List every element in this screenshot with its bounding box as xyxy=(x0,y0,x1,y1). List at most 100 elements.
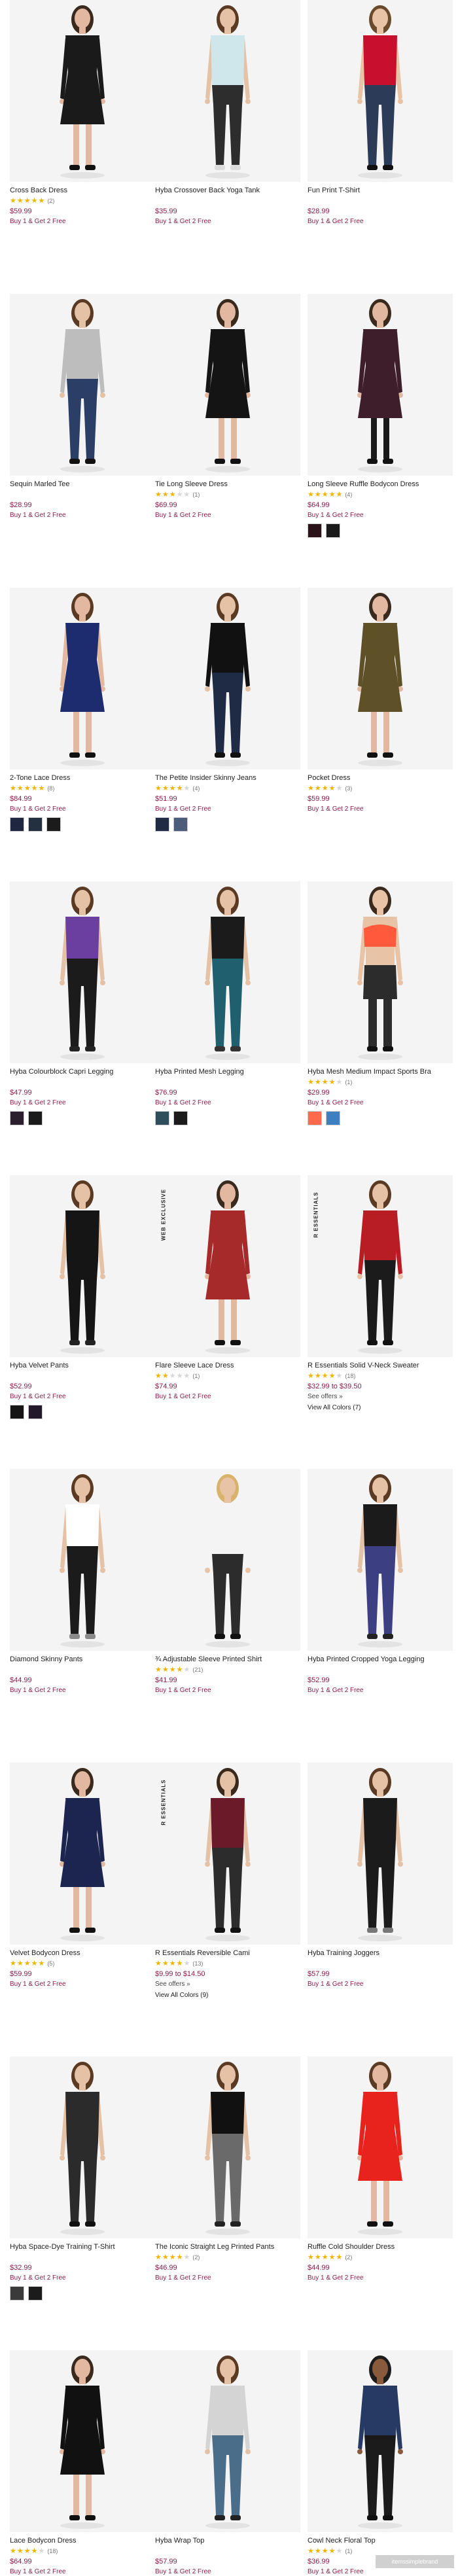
product-name[interactable]: R Essentials Reversible Cami xyxy=(155,1949,300,1958)
product-image[interactable] xyxy=(10,294,155,476)
product-name[interactable]: Long Sleeve Ruffle Bodycon Dress xyxy=(308,480,453,489)
product-image[interactable] xyxy=(10,2056,155,2238)
product-image[interactable] xyxy=(308,2056,453,2238)
color-swatch[interactable] xyxy=(10,1405,24,1419)
product-name[interactable]: Hyba Space-Dye Training T-Shirt xyxy=(10,2242,155,2251)
product-image[interactable] xyxy=(308,2350,453,2532)
product-name[interactable]: Cowl Neck Floral Top xyxy=(308,2536,453,2545)
color-swatch[interactable] xyxy=(10,817,24,832)
product-name[interactable]: Hyba Crossover Back Yoga Tank xyxy=(155,186,300,195)
product-name[interactable]: The Petite Insider Skinny Jeans xyxy=(155,773,300,783)
color-swatch[interactable] xyxy=(46,817,61,832)
review-count[interactable]: (5) xyxy=(47,1960,54,1967)
product-name[interactable]: R Essentials Solid V-Neck Sweater xyxy=(308,1361,453,1370)
product-name[interactable]: Hyba Colourblock Capri Legging xyxy=(10,1067,155,1076)
color-swatch[interactable] xyxy=(155,817,169,832)
promo-label: Buy 1 & Get 2 Free xyxy=(155,1687,211,1694)
product-image[interactable] xyxy=(155,2350,300,2532)
view-all-colors-link[interactable]: View All Colors (7) xyxy=(308,1403,453,1412)
review-count[interactable]: (2) xyxy=(345,2254,352,2261)
product-image[interactable] xyxy=(10,1175,155,1357)
review-count[interactable]: (4) xyxy=(345,491,352,498)
product-badge: R ESSENTIALS xyxy=(160,1779,167,1826)
product-image[interactable] xyxy=(155,1469,300,1651)
product-name[interactable]: ¾ Adjustable Sleeve Printed Shirt xyxy=(155,1655,300,1664)
review-count[interactable]: (1) xyxy=(192,491,200,498)
product-image[interactable] xyxy=(308,294,453,476)
product-name[interactable]: Cross Back Dress xyxy=(10,186,155,195)
color-swatch[interactable] xyxy=(173,1111,188,1125)
product-rating: ★★★★★ (18) xyxy=(308,1372,453,1381)
color-swatch[interactable] xyxy=(155,1111,169,1125)
product-image[interactable] xyxy=(308,881,453,1063)
color-swatch[interactable] xyxy=(308,523,322,538)
product-image[interactable]: R ESSENTIALS xyxy=(308,1175,453,1357)
product-image[interactable] xyxy=(10,881,155,1063)
product-name[interactable]: Tie Long Sleeve Dress xyxy=(155,480,300,489)
review-count[interactable]: (18) xyxy=(345,1373,355,1379)
product-name[interactable]: Velvet Bodycon Dress xyxy=(10,1949,155,1958)
promo-label: Buy 1 & Get 2 Free xyxy=(308,218,364,225)
see-offers-link[interactable]: See offers » xyxy=(155,1980,300,1988)
product-name[interactable]: Sequin Marled Tee xyxy=(10,480,155,489)
product-name[interactable]: Hyba Velvet Pants xyxy=(10,1361,155,1370)
color-swatch[interactable] xyxy=(28,2286,43,2301)
product-name[interactable]: Fun Print T-Shirt xyxy=(308,186,453,195)
review-count[interactable]: (21) xyxy=(192,1667,203,1673)
review-count[interactable]: (2) xyxy=(192,2254,200,2261)
review-count[interactable]: (1) xyxy=(345,2548,352,2554)
color-swatch[interactable] xyxy=(28,1111,43,1125)
review-count[interactable]: (8) xyxy=(47,785,54,792)
product-name[interactable]: Hyba Printed Cropped Yoga Legging xyxy=(308,1655,453,1664)
review-count[interactable]: (1) xyxy=(345,1079,352,1085)
product-image[interactable] xyxy=(155,0,300,182)
product-name[interactable]: Diamond Skinny Pants xyxy=(10,1655,155,1664)
promo-label: Buy 1 & Get 2 Free xyxy=(308,2274,364,2282)
star-rating-icon: ★★★★★ xyxy=(155,1960,191,1967)
review-count[interactable]: (18) xyxy=(47,2548,58,2554)
product-image[interactable] xyxy=(10,2350,155,2532)
product-name[interactable]: Hyba Printed Mesh Legging xyxy=(155,1067,300,1076)
color-swatch[interactable] xyxy=(28,817,43,832)
color-swatch[interactable] xyxy=(173,817,188,832)
color-swatch[interactable] xyxy=(10,2286,24,2301)
product-image[interactable] xyxy=(308,0,453,182)
promo-label: Buy 1 & Get 2 Free xyxy=(10,805,66,813)
product-image[interactable] xyxy=(155,881,300,1063)
product-name[interactable]: Flare Sleeve Lace Dress xyxy=(155,1361,300,1370)
product-name[interactable]: Pocket Dress xyxy=(308,773,453,783)
review-count[interactable]: (4) xyxy=(192,785,200,792)
color-swatch[interactable] xyxy=(326,1111,340,1125)
product-name[interactable]: Hyba Wrap Top xyxy=(155,2536,300,2545)
product-image[interactable] xyxy=(155,294,300,476)
review-count[interactable]: (2) xyxy=(47,198,54,204)
product-image[interactable]: R ESSENTIALS xyxy=(155,1763,300,1945)
review-count[interactable]: (1) xyxy=(192,1373,200,1379)
view-all-colors-link[interactable]: View All Colors (9) xyxy=(155,1991,300,2000)
product-image[interactable] xyxy=(155,588,300,769)
product-image[interactable] xyxy=(308,588,453,769)
product-image[interactable] xyxy=(10,588,155,769)
color-swatch[interactable] xyxy=(308,1111,322,1125)
product-image[interactable] xyxy=(308,1469,453,1651)
color-swatch[interactable] xyxy=(326,523,340,538)
product-name[interactable]: Hyba Mesh Medium Impact Sports Bra xyxy=(308,1067,453,1076)
product-name[interactable]: Ruffle Cold Shoulder Dress xyxy=(308,2242,453,2251)
product-image[interactable] xyxy=(10,0,155,182)
product-name[interactable]: Lace Bodycon Dress xyxy=(10,2536,155,2545)
product-image[interactable]: WEB EXCLUSIVE xyxy=(155,1175,300,1357)
review-count[interactable]: (3) xyxy=(345,785,352,792)
product-image[interactable] xyxy=(10,1469,155,1651)
product-image[interactable] xyxy=(155,2056,300,2238)
product-name[interactable]: The Iconic Straight Leg Printed Pants xyxy=(155,2242,300,2251)
star-rating-icon: ★★★★★ xyxy=(10,2547,46,2555)
product-image[interactable] xyxy=(308,1763,453,1945)
product-price: $32.99 xyxy=(10,2264,32,2272)
see-offers-link[interactable]: See offers » xyxy=(308,1392,453,1401)
product-image[interactable] xyxy=(10,1763,155,1945)
product-name[interactable]: Hyba Training Joggers xyxy=(308,1949,453,1958)
review-count[interactable]: (13) xyxy=(192,1960,203,1967)
color-swatch[interactable] xyxy=(28,1405,43,1419)
color-swatch[interactable] xyxy=(10,1111,24,1125)
product-name[interactable]: 2-Tone Lace Dress xyxy=(10,773,155,783)
